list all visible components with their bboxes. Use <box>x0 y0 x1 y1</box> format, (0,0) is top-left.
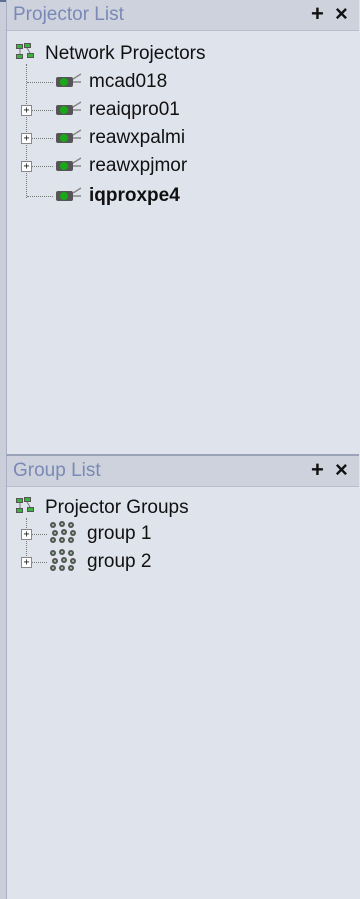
tree-item-label: group 2 <box>87 551 152 572</box>
tree-item-label: reawxpjmor <box>89 155 188 176</box>
group-list-panel: Group List + × Projector Groups + + grou… <box>6 456 359 899</box>
add-projector-button[interactable]: + <box>311 2 324 26</box>
expand-toggle-group-1[interactable]: + <box>21 529 32 540</box>
projector-icon <box>53 99 83 122</box>
tree-root-label: Network Projectors <box>45 43 206 64</box>
projector-icon <box>53 185 83 208</box>
projector-icon <box>53 155 83 178</box>
tree-root-network-projectors[interactable]: Network Projectors <box>15 40 206 68</box>
network-icon <box>15 496 39 521</box>
projector-icon <box>53 127 83 150</box>
expand-toggle-reawxpjmor[interactable]: + <box>21 161 32 172</box>
group-list-titlebar: Group List + × <box>7 456 359 487</box>
add-group-button[interactable]: + <box>311 458 324 482</box>
group-list-title: Group List <box>13 460 101 481</box>
projector-list-panel: Projector List + × Network Projectors + … <box>6 0 359 456</box>
tree-item-reaiqpro01[interactable]: reaiqpro01 <box>53 96 180 124</box>
tree-vertical-line <box>26 64 27 198</box>
expand-toggle-reaiqpro01[interactable]: + <box>21 105 32 116</box>
tree-vertical-line <box>26 518 27 562</box>
tree-item-label: reawxpalmi <box>89 127 186 148</box>
network-icon <box>15 42 39 67</box>
tree-branch-line <box>27 82 53 83</box>
group-icon <box>47 520 81 549</box>
tree-item-group-1[interactable]: group 1 <box>47 520 151 548</box>
close-projector-list-button[interactable]: × <box>335 2 348 26</box>
tree-item-label: mcad018 <box>89 71 168 92</box>
projector-list-titlebar: Projector List + × <box>7 0 359 31</box>
tree-root-label: Projector Groups <box>45 497 189 518</box>
projector-list-title: Projector List <box>13 4 124 25</box>
close-group-list-button[interactable]: × <box>335 458 348 482</box>
tree-root-projector-groups[interactable]: Projector Groups <box>15 494 189 522</box>
expand-toggle-group-2[interactable]: + <box>21 557 32 568</box>
tree-branch-line <box>27 196 53 197</box>
tree-item-reawxpalmi[interactable]: reawxpalmi <box>53 124 185 152</box>
expand-toggle-reawxpalmi[interactable]: + <box>21 133 32 144</box>
projector-icon <box>53 71 83 94</box>
tree-item-mcad018[interactable]: mcad018 <box>53 68 167 96</box>
tree-item-group-2[interactable]: group 2 <box>47 548 151 576</box>
tree-item-label: reaiqpro01 <box>89 99 180 120</box>
tree-item-label: iqproxpe4 <box>89 185 180 206</box>
tree-item-label: group 1 <box>87 523 152 544</box>
group-icon <box>47 548 81 577</box>
tree-item-reawxpjmor[interactable]: reawxpjmor <box>53 152 187 180</box>
tree-item-iqproxpe4[interactable]: iqproxpe4 <box>53 182 180 210</box>
